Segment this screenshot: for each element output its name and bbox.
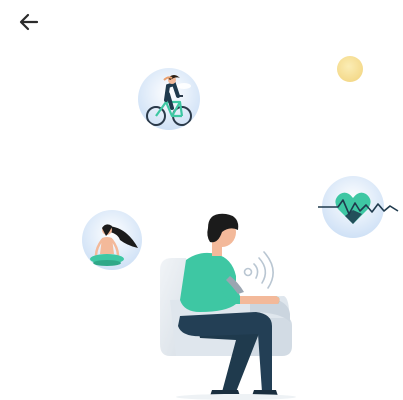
app-screen [0,0,403,400]
onboarding-illustration [82,56,399,400]
wireless-signal-icon [243,251,274,289]
heart-rate-icon [318,176,399,238]
meditation-icon [82,210,142,270]
cyclist-icon [138,68,200,130]
sun-icon [337,56,363,82]
